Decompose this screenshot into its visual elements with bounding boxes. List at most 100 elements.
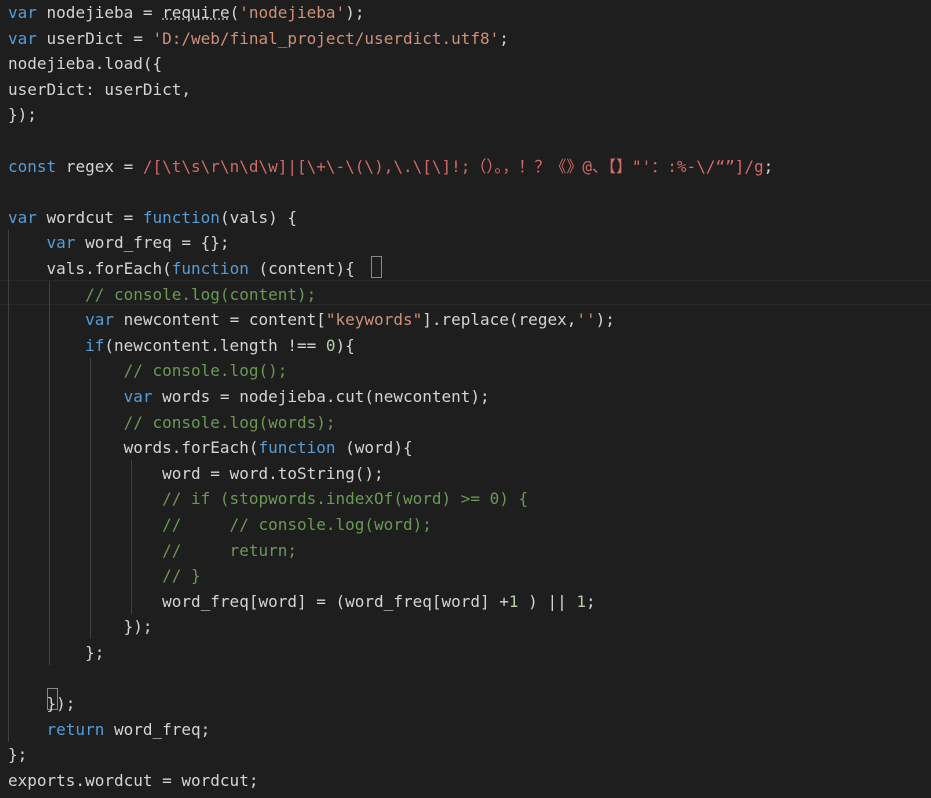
code-token: (content){ — [248, 259, 355, 278]
code-token: // console.log(words); — [123, 412, 336, 432]
code-token: ; — [763, 156, 774, 176]
code-token: }); — [8, 694, 76, 714]
code-line[interactable]: // // console.log(word); — [8, 512, 432, 538]
code-editor[interactable]: var nodejieba = require('nodejieba'); var… — [0, 0, 931, 798]
code-token: }); — [8, 105, 37, 125]
code-token: }; — [8, 643, 105, 662]
code-line[interactable]: userDict: userDict, — [8, 77, 191, 103]
code-token: // } — [162, 566, 201, 586]
code-token: return — [46, 719, 105, 739]
code-line[interactable]: var words = nodejieba.cut(newcontent); — [8, 384, 490, 410]
code-line[interactable]: var word_freq = {}; — [8, 230, 230, 256]
code-token: ].replace(regex, — [422, 310, 577, 330]
code-token: exports.wordcut = wordcut; — [8, 771, 259, 790]
code-line[interactable]: }; — [8, 640, 104, 666]
code-token: words.forEach( — [8, 438, 259, 458]
code-token: word_freq = {}; — [75, 233, 230, 253]
code-token: ){ — [335, 335, 355, 355]
code-line[interactable]: }); — [8, 102, 37, 128]
code-token: "keywords" — [325, 310, 423, 330]
code-line[interactable]: // console.log(words); — [8, 410, 336, 436]
code-token: var — [8, 28, 37, 48]
code-token: if — [85, 335, 105, 355]
matching-bracket-open — [371, 256, 382, 278]
code-token: ); — [345, 3, 365, 22]
code-token: (vals) { — [219, 207, 297, 227]
code-token: regex = — [56, 156, 143, 176]
code-token: ( — [229, 3, 240, 22]
code-token: function — [142, 207, 220, 227]
code-token: userDict = — [36, 28, 153, 48]
code-line[interactable]: }); — [8, 614, 153, 640]
code-line[interactable]: const regex = /[\t\s\r\n\d\w]|[\+\-\(\),… — [8, 154, 773, 180]
code-line[interactable]: var wordcut = function(vals) { — [8, 205, 297, 231]
code-token: word_freq[word] = (word_freq[word] + — [8, 591, 509, 611]
code-token: var — [8, 3, 37, 22]
code-line[interactable]: nodejieba.load({ — [8, 51, 162, 77]
code-token: var — [123, 387, 153, 406]
code-line[interactable]: // if (stopwords.indexOf(word) >= 0) { — [8, 486, 528, 512]
code-line[interactable]: // console.log(); — [8, 358, 288, 384]
code-token: }); — [8, 617, 153, 637]
code-token: ; — [585, 591, 596, 611]
code-token: function — [171, 259, 249, 278]
code-line[interactable]: var userDict = 'D:/web/final_project/use… — [8, 26, 509, 52]
code-token: var — [46, 233, 76, 253]
code-token: // if (stopwords.indexOf(word) >= 0) { — [162, 489, 529, 509]
code-line[interactable]: }; — [8, 742, 27, 768]
code-token: ); — [595, 310, 615, 330]
code-token: vals.forEach( — [8, 259, 172, 278]
code-line[interactable]: }); — [8, 691, 76, 717]
code-token: nodejieba.load({ — [8, 54, 163, 74]
code-token: ; — [499, 28, 509, 48]
code-line[interactable]: words.forEach(function (word){ — [8, 435, 413, 461]
code-line[interactable]: word_freq[word] = (word_freq[word] +1 ) … — [8, 589, 596, 615]
code-token: '' — [576, 310, 596, 330]
code-token: (newcontent.length !== — [104, 335, 326, 355]
code-line[interactable]: var nodejieba = require('nodejieba'); — [8, 0, 364, 26]
code-token: nodejieba = — [36, 3, 163, 22]
code-token: 'D:/web/final_project/userdict.utf8' — [152, 28, 500, 48]
code-token: word_freq; — [104, 719, 211, 739]
code-token: var — [85, 310, 114, 330]
code-token: newcontent = content[ — [113, 310, 326, 330]
code-line[interactable]: return word_freq; — [8, 717, 211, 743]
code-token: function — [258, 438, 336, 458]
code-token: 1 — [576, 591, 586, 611]
code-token: userDict: userDict, — [8, 79, 192, 99]
code-line[interactable]: exports.wordcut = wordcut; — [8, 768, 258, 794]
code-token: require — [162, 3, 230, 22]
code-line[interactable]: // console.log(content); — [8, 282, 316, 308]
code-token: 1 — [508, 591, 519, 611]
code-token: ) || — [518, 591, 577, 611]
code-token: // console.log(); — [123, 361, 288, 381]
code-line[interactable]: // } — [8, 563, 201, 589]
code-token: /[\t\s\r\n\d\w]|[\+\-\(\),\.\[\]!;（）。，！？… — [142, 156, 764, 176]
code-token: 0 — [325, 335, 336, 355]
code-token: (word){ — [335, 438, 413, 458]
code-line[interactable]: var newcontent = content["keywords"].rep… — [8, 307, 615, 333]
code-token: wordcut = — [36, 207, 143, 227]
code-line[interactable]: // return; — [8, 538, 297, 564]
code-line[interactable]: vals.forEach(function (content){ — [8, 256, 355, 282]
code-token: 'nodejieba' — [239, 3, 346, 22]
code-token: var — [8, 207, 37, 227]
code-line[interactable]: if(newcontent.length !== 0){ — [8, 333, 355, 359]
code-token: }; — [8, 745, 28, 765]
code-line[interactable]: word = word.toString(); — [8, 461, 384, 487]
code-token: words = nodejieba.cut(newcontent); — [152, 387, 490, 406]
code-token: // return; — [162, 540, 297, 560]
code-token: word = word.toString(); — [8, 463, 384, 483]
